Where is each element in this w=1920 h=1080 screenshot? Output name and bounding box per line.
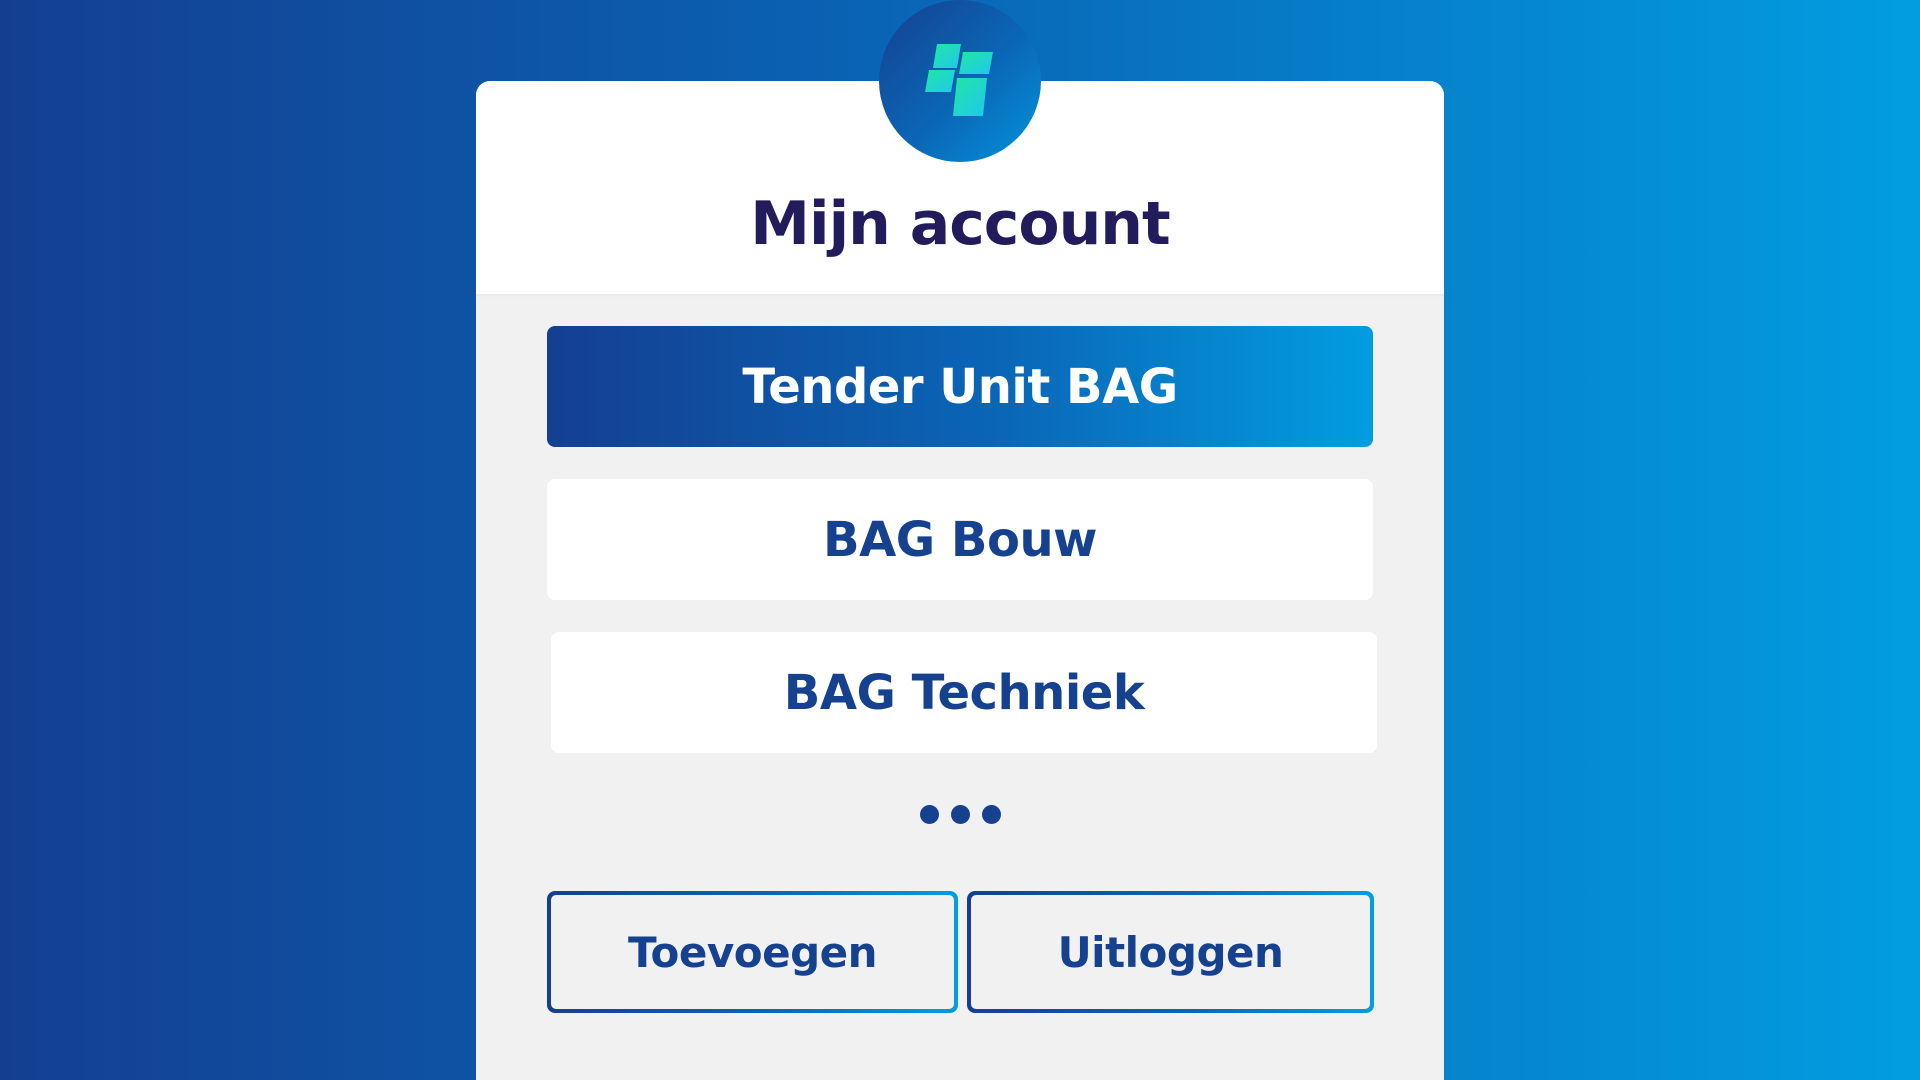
more-dots-icon[interactable] [476,805,1444,824]
account-panel: Mijn account Tender Unit BAG BAG Bouw BA… [476,81,1444,1080]
logout-button-label: Uitloggen [971,895,1370,1009]
account-item-bag-techniek[interactable]: BAG Techniek [551,632,1377,753]
account-item-bag-bouw[interactable]: BAG Bouw [547,479,1373,600]
add-account-button[interactable]: Toevoegen [547,891,958,1013]
account-item-label: Tender Unit BAG [742,358,1178,415]
dot [981,805,1001,824]
page-title: Mijn account [750,189,1170,259]
logout-button[interactable]: Uitloggen [967,891,1374,1013]
account-item-label: BAG Bouw [823,511,1097,568]
add-account-button-label: Toevoegen [551,895,954,1009]
account-item-label: BAG Techniek [783,664,1145,721]
grid-logo-icon [925,44,993,116]
dot [950,805,970,824]
account-item-tender-unit-bag[interactable]: Tender Unit BAG [547,326,1373,447]
logo [879,0,1041,162]
dot [919,805,939,824]
